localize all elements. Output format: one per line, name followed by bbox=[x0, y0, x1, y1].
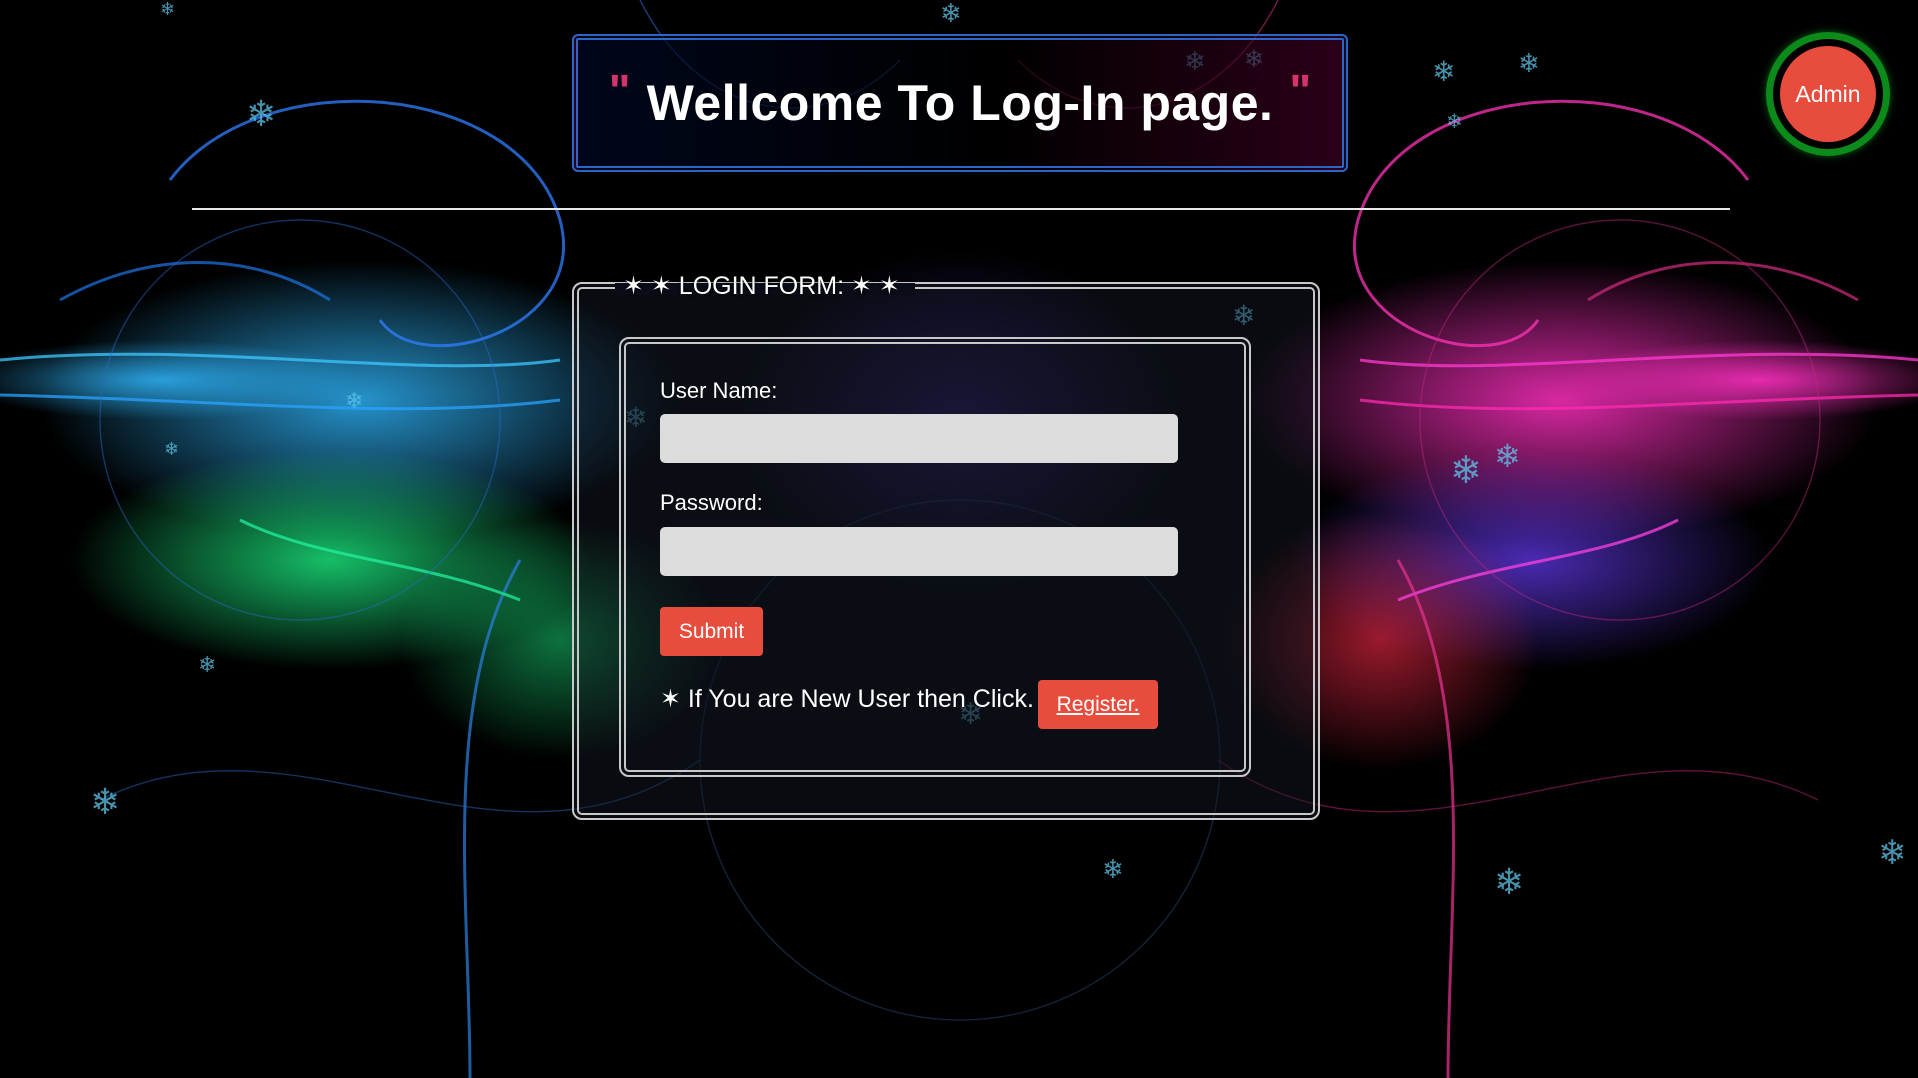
new-user-text: ✶ If You are New User then Click. bbox=[660, 685, 1034, 713]
admin-button[interactable]: Admin bbox=[1780, 46, 1876, 142]
password-input[interactable] bbox=[660, 527, 1178, 576]
register-button[interactable]: Register. bbox=[1038, 680, 1158, 729]
quote-open: " bbox=[608, 65, 631, 117]
password-label: Password: bbox=[660, 490, 763, 515]
login-form-panel: User Name: Password: Submit ✶ If You are… bbox=[619, 337, 1251, 777]
login-form-fieldset: ✶ ✶ LOGIN FORM: ✶ ✶ User Name: Password:… bbox=[572, 272, 1320, 820]
header-title-box: " Wellcome To Log-In page. " bbox=[572, 34, 1348, 172]
page-title: Wellcome To Log-In page. bbox=[646, 75, 1274, 131]
username-input[interactable] bbox=[660, 414, 1178, 463]
login-form-legend: ✶ ✶ LOGIN FORM: ✶ ✶ bbox=[623, 272, 900, 300]
quote-close: " bbox=[1289, 65, 1312, 117]
submit-button[interactable]: Submit bbox=[660, 607, 763, 656]
username-label: User Name: bbox=[660, 378, 778, 403]
header-divider bbox=[192, 208, 1730, 210]
admin-ring: Admin bbox=[1766, 32, 1890, 156]
